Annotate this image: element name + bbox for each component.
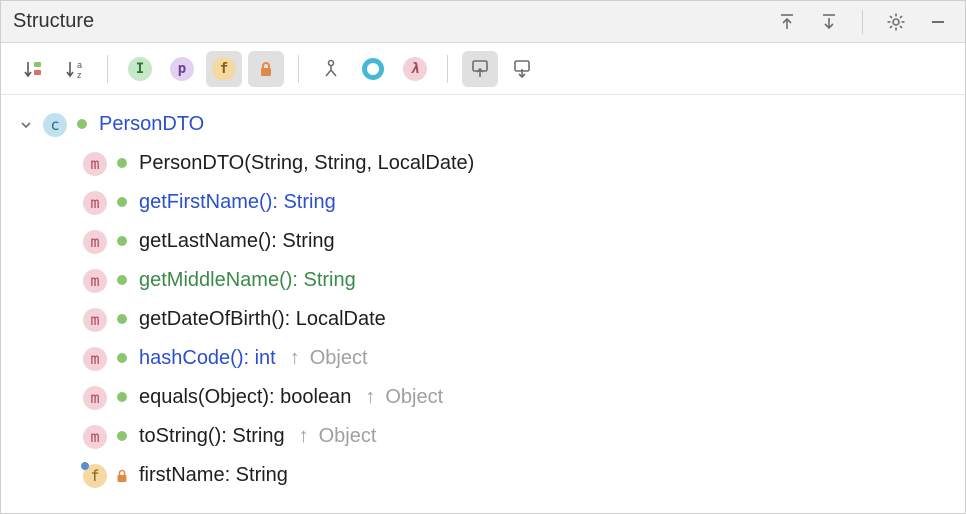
autoscroll-to-source-button[interactable] xyxy=(504,51,540,87)
method-node[interactable]: m hashCode(): int ↑ Object xyxy=(13,339,953,378)
public-icon xyxy=(115,312,131,328)
method-node[interactable]: m PersonDTO(String, String, LocalDate) xyxy=(13,144,953,183)
public-icon xyxy=(115,156,131,172)
public-icon xyxy=(115,273,131,289)
method-icon: m xyxy=(83,152,107,176)
method-icon: m xyxy=(83,347,107,371)
gear-icon[interactable] xyxy=(881,7,911,37)
fork-icon xyxy=(321,59,341,79)
node-label: PersonDTO xyxy=(99,113,204,136)
method-icon: m xyxy=(83,425,107,449)
method-node[interactable]: m getDateOfBirth(): LocalDate xyxy=(13,300,953,339)
node-label: getFirstName(): String xyxy=(139,191,336,214)
origin-label: Object xyxy=(319,425,377,448)
sort-by-visibility-button[interactable] xyxy=(15,51,51,87)
node-label: hashCode(): int xyxy=(139,347,276,370)
private-icon xyxy=(115,468,131,484)
method-icon: m xyxy=(83,269,107,293)
node-label: getLastName(): String xyxy=(139,230,335,253)
separator xyxy=(862,10,863,34)
public-icon xyxy=(115,390,131,406)
property-icon: p xyxy=(170,57,194,81)
node-label: toString(): String xyxy=(139,425,285,448)
origin-label: Object xyxy=(385,386,443,409)
origin-label: Object xyxy=(310,347,368,370)
panel-header: Structure xyxy=(1,1,965,43)
class-node[interactable]: c PersonDTO xyxy=(13,105,953,144)
node-label: PersonDTO(String, String, LocalDate) xyxy=(139,152,474,175)
public-icon xyxy=(115,195,131,211)
ring-icon xyxy=(362,58,384,80)
up-arrow-icon: ↑ xyxy=(299,425,309,448)
scroll-from-icon xyxy=(469,58,491,80)
show-nonpublic-button[interactable] xyxy=(248,51,284,87)
svg-text:z: z xyxy=(77,70,82,80)
method-node[interactable]: m toString(): String ↑ Object xyxy=(13,417,953,456)
interface-icon: I xyxy=(128,57,152,81)
public-icon xyxy=(115,351,131,367)
field-icon: f xyxy=(212,57,236,81)
sort-alphabetically-button[interactable]: az xyxy=(57,51,93,87)
field-icon: f xyxy=(83,464,107,488)
separator xyxy=(107,55,108,83)
node-label: getMiddleName(): String xyxy=(139,269,356,292)
method-icon: m xyxy=(83,191,107,215)
show-anonymous-button[interactable] xyxy=(355,51,391,87)
expand-all-icon[interactable] xyxy=(772,7,802,37)
show-properties-button[interactable]: p xyxy=(164,51,200,87)
show-inherited-button[interactable] xyxy=(313,51,349,87)
class-icon: c xyxy=(43,113,67,137)
public-icon xyxy=(115,429,131,445)
node-label: getDateOfBirth(): LocalDate xyxy=(139,308,386,331)
panel-title: Structure xyxy=(13,10,772,33)
method-node[interactable]: m getMiddleName(): String xyxy=(13,261,953,300)
method-icon: m xyxy=(83,386,107,410)
minimize-icon[interactable] xyxy=(923,7,953,37)
collapse-all-icon[interactable] xyxy=(814,7,844,37)
scroll-to-icon xyxy=(511,58,533,80)
autoscroll-from-source-button[interactable] xyxy=(462,51,498,87)
up-arrow-icon: ↑ xyxy=(290,347,300,370)
chevron-down-icon[interactable] xyxy=(17,116,35,134)
method-icon: m xyxy=(83,230,107,254)
field-node[interactable]: f firstName: String xyxy=(13,456,953,495)
separator xyxy=(447,55,448,83)
structure-tree: c PersonDTO m PersonDTO(String, String, L… xyxy=(1,95,965,513)
method-node[interactable]: m equals(Object): boolean ↑ Object xyxy=(13,378,953,417)
toolbar: az I p f λ xyxy=(1,43,965,95)
public-icon xyxy=(75,117,91,133)
header-actions xyxy=(772,7,953,37)
show-interfaces-button[interactable]: I xyxy=(122,51,158,87)
svg-text:a: a xyxy=(77,60,82,70)
method-node[interactable]: m getFirstName(): String xyxy=(13,183,953,222)
lambda-icon: λ xyxy=(403,57,427,81)
up-arrow-icon: ↑ xyxy=(365,386,375,409)
lock-icon xyxy=(258,60,274,78)
show-lambdas-button[interactable]: λ xyxy=(397,51,433,87)
method-node[interactable]: m getLastName(): String xyxy=(13,222,953,261)
public-icon xyxy=(115,234,131,250)
separator xyxy=(298,55,299,83)
node-label: firstName: String xyxy=(139,464,288,487)
show-fields-button[interactable]: f xyxy=(206,51,242,87)
node-label: equals(Object): boolean xyxy=(139,386,351,409)
method-icon: m xyxy=(83,308,107,332)
